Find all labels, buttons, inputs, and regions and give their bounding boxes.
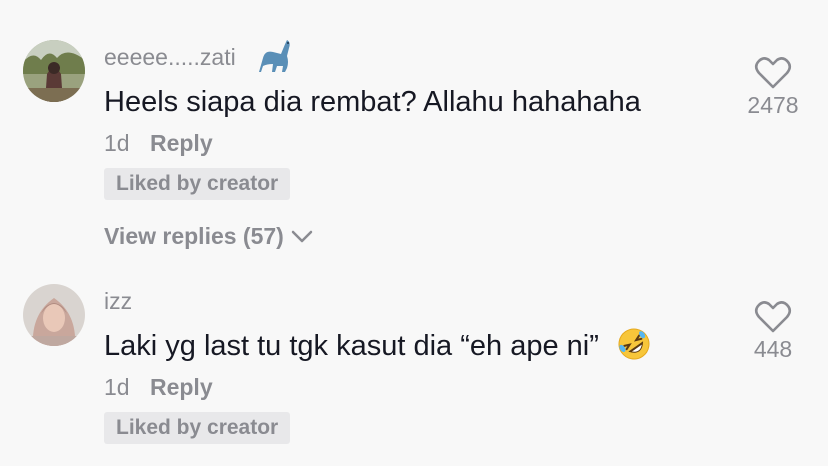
comment-meta: 1d Reply — [104, 374, 213, 401]
comment-item: izz Laki yg last tu tgk kasut dia “eh ap… — [0, 270, 828, 466]
dinosaur-icon — [259, 40, 290, 72]
username[interactable]: eeeee.....zati — [104, 44, 236, 71]
comment-time: 1d — [104, 130, 130, 156]
comment-time: 1d — [104, 374, 130, 400]
liked-by-creator-badge: Liked by creator — [104, 168, 291, 200]
avatar[interactable] — [23, 284, 85, 346]
rolling-on-floor-laughing-icon — [618, 328, 650, 360]
like-count: 448 — [753, 336, 793, 362]
heart-icon[interactable] — [754, 56, 792, 90]
comment-meta: 1d Reply — [104, 130, 213, 157]
comment-text: Heels siapa dia rembat? Allahu hahahaha — [104, 86, 641, 118]
comment-list: eeeee.....zati Heels siapa dia rembat? A… — [0, 0, 828, 466]
view-replies-label: View replies (57) — [104, 223, 284, 249]
reply-button[interactable]: Reply — [150, 130, 213, 156]
avatar[interactable] — [23, 40, 85, 102]
avatar-image — [23, 284, 85, 346]
heart-icon[interactable] — [754, 300, 792, 334]
view-replies-button[interactable]: View replies (57) — [104, 223, 314, 250]
chevron-down-icon — [291, 230, 313, 242]
liked-by-creator-badge: Liked by creator — [104, 412, 291, 444]
reply-button[interactable]: Reply — [150, 374, 213, 400]
comment-item: eeeee.....zati Heels siapa dia rembat? A… — [0, 0, 828, 270]
comment-text-body: Laki yg last tu tgk kasut dia “eh ape ni… — [104, 330, 599, 362]
like-column: 2478 — [738, 56, 808, 119]
like-count: 2478 — [747, 92, 799, 118]
comment-text: Laki yg last tu tgk kasut dia “eh ape ni… — [104, 328, 651, 364]
username[interactable]: izz — [104, 288, 132, 315]
like-column: 448 — [738, 300, 808, 363]
avatar-image — [23, 40, 85, 102]
